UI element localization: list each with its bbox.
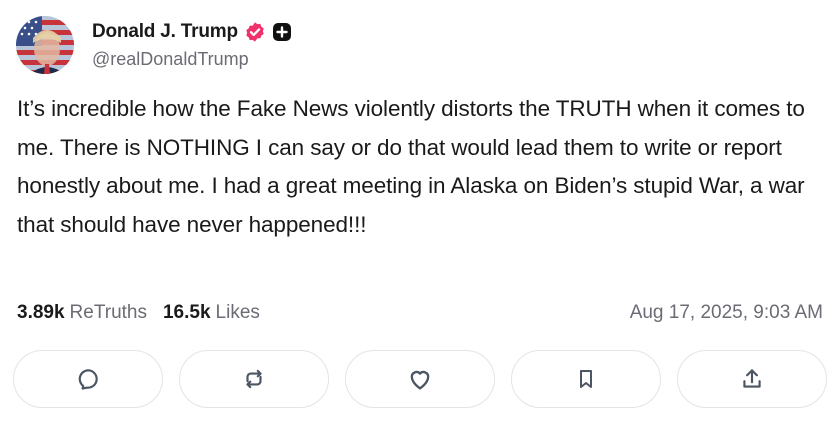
avatar[interactable]: [16, 16, 74, 74]
author-handle[interactable]: @realDonaldTrump: [92, 49, 249, 70]
repost-icon: [246, 369, 262, 389]
plus-badge-icon: [272, 22, 292, 42]
likes-count: 16.5k: [162, 302, 211, 323]
author-name-row: Donald J. Trump: [92, 17, 292, 47]
post-timestamp[interactable]: Aug 17, 2025, 9:03 AM: [630, 302, 823, 324]
flag-portrait-avatar: [16, 16, 74, 74]
likes-label: Likes: [215, 302, 260, 323]
heart-icon: [410, 370, 430, 390]
likes-stat[interactable]: 16.5k Likes: [163, 302, 260, 324]
retruths-count: 3.89k: [17, 302, 65, 323]
like-button[interactable]: [345, 350, 495, 408]
verified-badge-icon: [244, 21, 266, 43]
share-button[interactable]: [677, 350, 827, 408]
retruth-button[interactable]: [179, 350, 329, 408]
bookmark-icon: [580, 370, 592, 388]
post-card: Donald J. Trump @realDonaldTrump It’s in…: [0, 0, 839, 439]
post-stats: 3.89k ReTruths 16.5k Likes Aug 17, 2025,…: [17, 300, 823, 326]
reply-button[interactable]: [13, 350, 163, 408]
share-icon: [743, 369, 761, 388]
retruths-stat[interactable]: 3.89k ReTruths: [17, 302, 147, 324]
action-bar: [13, 350, 827, 410]
bookmark-button[interactable]: [511, 350, 661, 408]
retruths-label: ReTruths: [69, 302, 147, 323]
author-display-name[interactable]: Donald J. Trump: [92, 21, 238, 43]
post-body-text: It’s incredible how the Fake News violen…: [17, 96, 805, 237]
comment-icon: [78, 369, 98, 390]
